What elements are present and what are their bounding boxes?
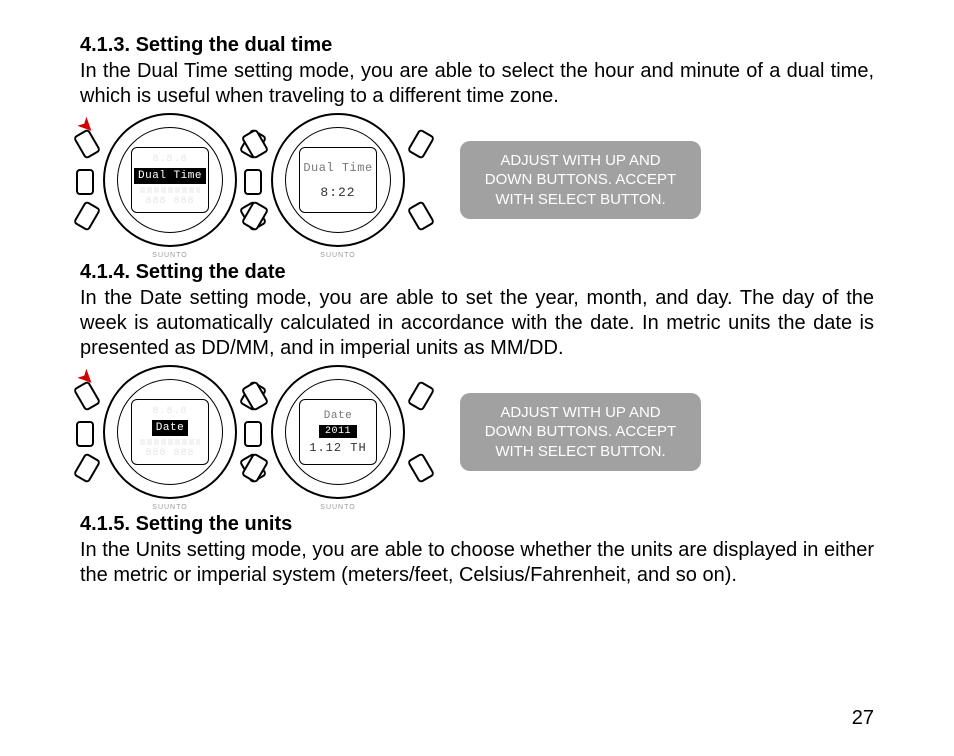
text-415: In the Units setting mode, you are able …: [80, 538, 874, 588]
callout-dual-time: ADJUST WITH UP AND DOWN BUTTONS. ACCEPT …: [460, 141, 701, 220]
watch-date-value: Date 2011 1.12 TH SUUNTO: [258, 367, 418, 497]
brand-label: SUUNTO: [320, 252, 355, 259]
watch-label: Date: [152, 420, 188, 436]
watch-value: 8:22: [320, 185, 355, 200]
watch-year: 2011: [319, 425, 357, 438]
watch-label: Dual Time: [134, 168, 206, 184]
watch-dual-time-value: Dual Time 8:22 SUUNTO: [258, 115, 418, 245]
page-number: 27: [852, 707, 874, 730]
watch-date-menu: 8.8.8 Date 888 888 SUUNTO: [90, 367, 250, 497]
brand-label: SUUNTO: [320, 504, 355, 511]
callout-date: ADJUST WITH UP AND DOWN BUTTONS. ACCEPT …: [460, 393, 701, 472]
section-dual-time: 4.1.3. Setting the dual time In the Dual…: [80, 34, 874, 245]
figure-date: ➤ 8.8.8 Date 888 888 SUUNTO: [80, 367, 874, 497]
brand-label: SUUNTO: [152, 252, 187, 259]
text-414: In the Date setting mode, you are able t…: [80, 286, 874, 361]
figure-dual-time: ➤ 8.8.8 Dual Time 888 888 SUUNTO: [80, 115, 874, 245]
watch-value: 1.12 TH: [309, 441, 366, 455]
section-date: 4.1.4. Setting the date In the Date sett…: [80, 261, 874, 497]
heading-413: 4.1.3. Setting the dual time: [80, 34, 874, 57]
section-units: 4.1.5. Setting the units In the Units se…: [80, 513, 874, 588]
heading-414: 4.1.4. Setting the date: [80, 261, 874, 284]
watch-label: Date: [324, 410, 352, 422]
watch-label: Dual Time: [303, 161, 372, 175]
brand-label: SUUNTO: [152, 504, 187, 511]
watch-dual-time-menu: 8.8.8 Dual Time 888 888 SUUNTO: [90, 115, 250, 245]
text-413: In the Dual Time setting mode, you are a…: [80, 59, 874, 109]
heading-415: 4.1.5. Setting the units: [80, 513, 874, 536]
